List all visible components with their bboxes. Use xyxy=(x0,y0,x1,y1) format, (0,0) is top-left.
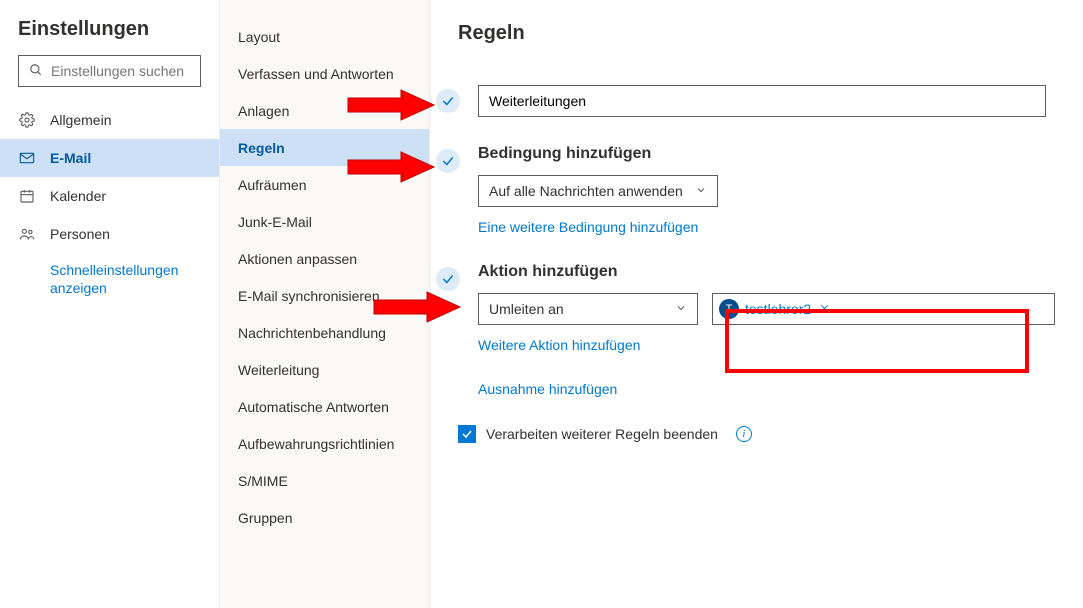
sidebar-item-label: E-Mail xyxy=(50,150,91,166)
subnav-compose[interactable]: Verfassen und Antworten xyxy=(220,55,429,92)
sidebar-item-label: Kalender xyxy=(50,188,106,204)
name-check-icon xyxy=(436,89,460,113)
sidebar-item-general[interactable]: Allgemein xyxy=(0,101,219,139)
rules-heading: Regeln xyxy=(458,22,1055,45)
remove-recipient-icon[interactable] xyxy=(819,301,830,317)
sidebar-item-mail[interactable]: E-Mail xyxy=(0,139,219,177)
settings-sidebar: Einstellungen Allgemein E-Mail xyxy=(0,0,220,608)
rule-name-input[interactable] xyxy=(478,85,1046,117)
calendar-icon xyxy=(18,188,36,204)
recipient-field[interactable]: T testlehrer2 xyxy=(712,293,1055,325)
gear-icon xyxy=(18,112,36,128)
condition-title: Bedingung hinzufügen xyxy=(478,145,1055,163)
subnav-customactions[interactable]: Aktionen anpassen xyxy=(220,240,429,277)
stop-processing-label: Verarbeiten weiterer Regeln beenden xyxy=(486,426,718,442)
condition-select[interactable]: Auf alle Nachrichten anwenden xyxy=(478,175,718,207)
add-action-link[interactable]: Weitere Aktion hinzufügen xyxy=(478,337,640,353)
condition-selected: Auf alle Nachrichten anwenden xyxy=(489,183,683,199)
mail-subnav: Layout Verfassen und Antworten Anlagen R… xyxy=(220,0,430,608)
sidebar-item-calendar[interactable]: Kalender xyxy=(0,177,219,215)
action-select[interactable]: Umleiten an xyxy=(478,293,698,325)
rules-main: Regeln Bedingung hinzufügen Auf alle Nac… xyxy=(430,0,1083,608)
stop-processing-checkbox[interactable] xyxy=(458,425,476,443)
subnav-forwarding[interactable]: Weiterleitung xyxy=(220,351,429,388)
info-icon[interactable]: i xyxy=(736,426,752,442)
action-selected: Umleiten an xyxy=(489,301,564,317)
subnav-autoreply[interactable]: Automatische Antworten xyxy=(220,388,429,425)
settings-title: Einstellungen xyxy=(0,18,219,55)
action-check-icon xyxy=(436,267,460,291)
sidebar-item-label: Personen xyxy=(50,226,110,242)
add-exception-link[interactable]: Ausnahme hinzufügen xyxy=(478,381,617,397)
subnav-rules[interactable]: Regeln xyxy=(220,129,429,166)
search-icon xyxy=(29,63,43,80)
subnav-layout[interactable]: Layout xyxy=(220,18,429,55)
sidebar-item-label: Allgemein xyxy=(50,112,111,128)
condition-check-icon xyxy=(436,149,460,173)
subnav-sweep[interactable]: Aufräumen xyxy=(220,166,429,203)
settings-search[interactable] xyxy=(18,55,201,87)
settings-search-input[interactable] xyxy=(51,63,232,79)
chevron-down-icon xyxy=(675,301,687,317)
add-condition-link[interactable]: Eine weitere Bedingung hinzufügen xyxy=(478,219,698,235)
sidebar-item-people[interactable]: Personen xyxy=(0,215,219,253)
subnav-retention[interactable]: Aufbewahrungsrichtlinien xyxy=(220,425,429,462)
chevron-down-icon xyxy=(695,183,707,199)
subnav-sync[interactable]: E-Mail synchronisieren xyxy=(220,277,429,314)
subnav-groups[interactable]: Gruppen xyxy=(220,499,429,536)
mail-icon xyxy=(18,150,36,166)
subnav-attachments[interactable]: Anlagen xyxy=(220,92,429,129)
subnav-junk[interactable]: Junk-E-Mail xyxy=(220,203,429,240)
subnav-handling[interactable]: Nachrichtenbehandlung xyxy=(220,314,429,351)
avatar: T xyxy=(719,299,739,319)
recipient-token[interactable]: testlehrer2 xyxy=(745,301,811,317)
people-icon xyxy=(18,226,36,242)
subnav-smime[interactable]: S/MIME xyxy=(220,462,429,499)
action-title: Aktion hinzufügen xyxy=(478,263,1055,281)
quick-settings-link[interactable]: Schnelleinstellungen anzeigen xyxy=(0,253,219,297)
